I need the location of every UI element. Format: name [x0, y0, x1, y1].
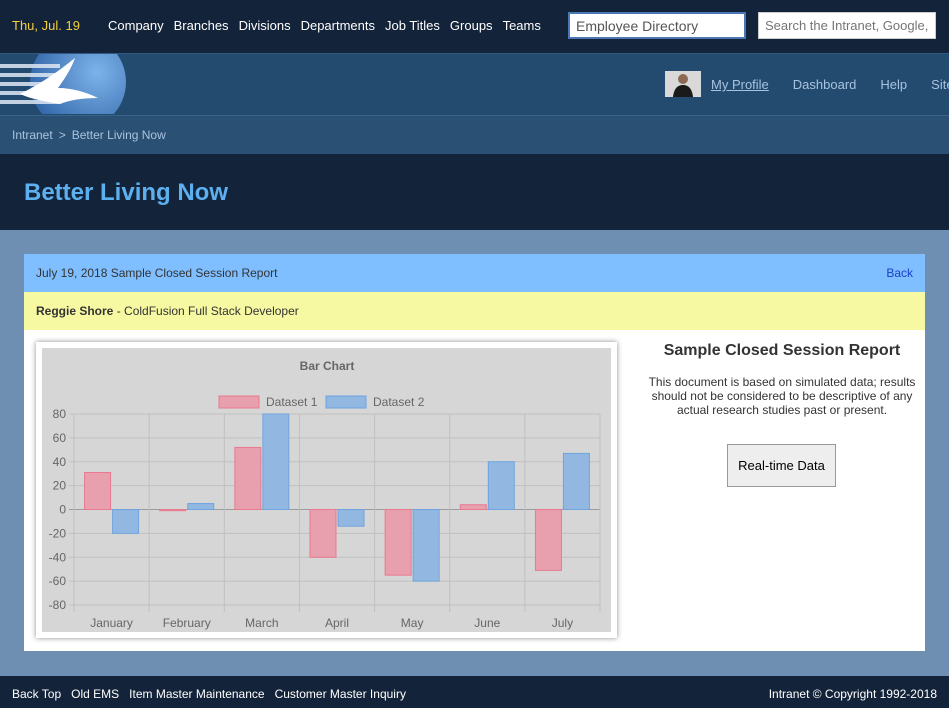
- back-link[interactable]: Back: [886, 266, 913, 280]
- y-tick-label: -40: [49, 550, 67, 564]
- bar-2-june: [487, 461, 515, 510]
- bar-2-february: [187, 503, 215, 510]
- y-tick-label: -60: [49, 574, 67, 588]
- footer-links: Back Top Old EMS Item Master Maintenance…: [12, 687, 406, 701]
- employee-directory-input[interactable]: [568, 12, 746, 39]
- bar-chart: Bar Chart Dataset 1 Dataset 2 80 60 40 20 0 -20 -…: [42, 348, 611, 632]
- nav-link-company[interactable]: Company: [108, 18, 164, 33]
- card-header-title: July 19, 2018 Sample Closed Session Repo…: [36, 266, 278, 280]
- bar-1-march: [234, 446, 262, 511]
- real-time-data-button[interactable]: Real-time Data: [727, 444, 836, 487]
- dashboard-link[interactable]: Dashboard: [793, 77, 857, 92]
- y-tick-label: 80: [53, 407, 67, 421]
- x-tick-label: May: [401, 616, 424, 630]
- y-tick-label: 40: [53, 455, 67, 469]
- report-description: This document is based on simulated data…: [648, 375, 916, 417]
- y-tick-label: 60: [53, 431, 67, 445]
- current-date: Thu, Jul. 19: [12, 18, 80, 33]
- breadcrumb-separator: >: [58, 128, 66, 142]
- breadcrumb-intranet[interactable]: Intranet: [12, 128, 53, 142]
- profile-avatar[interactable]: [665, 71, 701, 97]
- x-tick-label: July: [552, 616, 573, 630]
- nav-link-divisions[interactable]: Divisions: [239, 18, 291, 33]
- bar-2-march: [262, 413, 290, 510]
- bar-2-january: [112, 509, 140, 534]
- footer-link-customer-master[interactable]: Customer Master Inquiry: [275, 687, 406, 701]
- person-banner: Reggie Shore - ColdFusion Full Stack Dev…: [24, 292, 925, 330]
- top-nav: Thu, Jul. 19 Company Branches Divisions …: [0, 0, 949, 53]
- breadcrumb-current[interactable]: Better Living Now: [72, 128, 166, 142]
- legend-swatch-1: [218, 395, 260, 409]
- footer-link-back-top[interactable]: Back Top: [12, 687, 61, 701]
- my-profile-link[interactable]: My Profile: [711, 77, 769, 92]
- person-role: - ColdFusion Full Stack Developer: [113, 304, 299, 318]
- main-nav-links: Company Branches Divisions Departments J…: [108, 18, 541, 33]
- bar-1-february: [159, 509, 187, 512]
- person-name: Reggie Shore: [36, 304, 114, 318]
- card-header: July 19, 2018 Sample Closed Session Repo…: [24, 254, 925, 292]
- chart-panel: Bar Chart Dataset 1 Dataset 2 80 60 40 20 0 -20 -…: [36, 342, 617, 638]
- bar-2-april: [337, 509, 365, 527]
- user-links: My Profile Dashboard Help Site M: [711, 77, 949, 92]
- user-nav-band: My Profile Dashboard Help Site M: [0, 53, 949, 116]
- person-info: Reggie Shore - ColdFusion Full Stack Dev…: [36, 304, 299, 318]
- copyright: Intranet © Copyright 1992-2018: [768, 687, 937, 701]
- y-tick-label: 20: [53, 479, 67, 493]
- footer-link-old-ems[interactable]: Old EMS: [71, 687, 119, 701]
- nav-link-job-titles[interactable]: Job Titles: [385, 18, 440, 33]
- chart-title: Bar Chart: [300, 359, 355, 373]
- y-tick-label: 0: [59, 503, 66, 517]
- nav-link-teams[interactable]: Teams: [503, 18, 541, 33]
- x-tick-label: June: [474, 616, 500, 630]
- y-tick-label: -20: [49, 526, 67, 540]
- bar-1-april: [309, 509, 337, 558]
- legend-label-1: Dataset 1: [266, 395, 318, 409]
- report-title: Sample Closed Session Report: [663, 342, 901, 359]
- title-band: Better Living Now: [0, 154, 949, 230]
- legend-label-2: Dataset 2: [373, 395, 425, 409]
- y-tick-label: -80: [49, 598, 67, 612]
- site-map-link[interactable]: Site M: [931, 77, 949, 92]
- x-tick-label: April: [325, 616, 349, 630]
- nav-link-groups[interactable]: Groups: [450, 18, 493, 33]
- help-link[interactable]: Help: [880, 77, 907, 92]
- breadcrumb: Intranet > Better Living Now: [12, 128, 166, 142]
- intranet-search-input[interactable]: [758, 12, 936, 39]
- bar-2-july: [562, 452, 590, 511]
- legend-swatch-2: [325, 395, 367, 409]
- nav-link-departments[interactable]: Departments: [301, 18, 375, 33]
- bar-1-july: [534, 509, 562, 571]
- report-card: July 19, 2018 Sample Closed Session Repo…: [24, 254, 925, 651]
- footer-link-item-master[interactable]: Item Master Maintenance: [129, 687, 264, 701]
- nav-link-branches[interactable]: Branches: [174, 18, 229, 33]
- x-tick-label: February: [163, 616, 211, 630]
- page-title: Better Living Now: [24, 179, 229, 206]
- company-logo[interactable]: [0, 54, 126, 114]
- bar-2-may: [412, 509, 440, 582]
- footer: Back Top Old EMS Item Master Maintenance…: [0, 676, 949, 708]
- bar-1-may: [384, 509, 412, 576]
- breadcrumb-band: Intranet > Better Living Now: [0, 115, 949, 155]
- x-tick-label: January: [90, 616, 133, 630]
- x-tick-label: March: [245, 616, 278, 630]
- bar-1-january: [84, 471, 112, 510]
- bar-1-june: [459, 504, 487, 511]
